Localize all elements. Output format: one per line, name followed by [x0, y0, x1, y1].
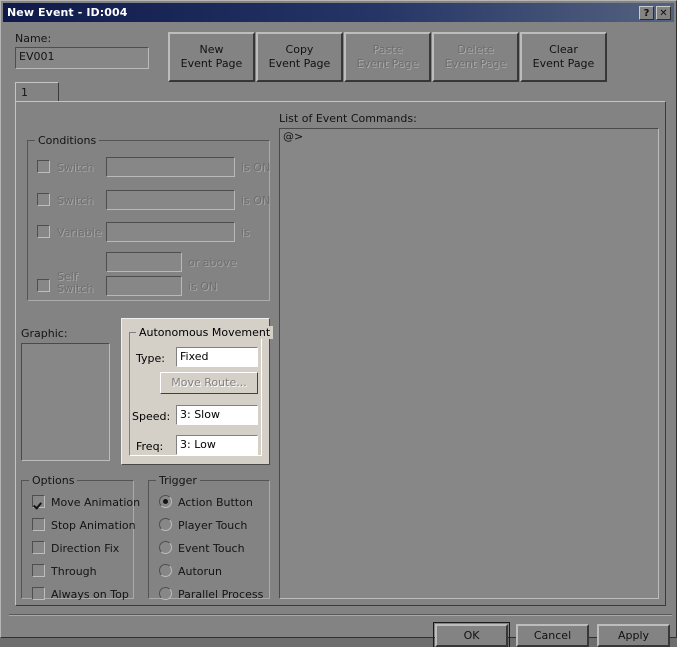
condition-switch-1-label: Switch: [57, 161, 94, 174]
trigger-autorun-label: Autorun: [178, 565, 223, 578]
condition-variable-input[interactable]: [106, 222, 235, 242]
movement-speed-select[interactable]: 3: Slow: [176, 405, 258, 425]
trigger-event-touch-label: Event Touch: [178, 542, 245, 555]
conditions-group: Conditions Switch is ON Switch is ON Var…: [27, 134, 270, 301]
trigger-group: Trigger Action Button Player Touch Event…: [148, 474, 270, 601]
name-label: Name:: [15, 32, 52, 45]
condition-switch-2-suffix: is ON: [241, 194, 271, 207]
options-group: Options Move Animation Stop Animation Di…: [21, 474, 140, 601]
condition-self-switch-dropdown[interactable]: [106, 276, 182, 296]
title-bar: New Event - ID:004 ? ✕: [3, 3, 674, 22]
condition-variable-label: Variable: [57, 226, 102, 239]
trigger-title: Trigger: [156, 474, 200, 487]
option-always-on-top-checkbox[interactable]: [32, 587, 45, 600]
condition-variable-value-spinner[interactable]: [106, 252, 182, 272]
command-list-line[interactable]: @>: [283, 130, 655, 143]
condition-variable-suffix: is: [241, 226, 250, 239]
condition-switch-2-checkbox[interactable]: [37, 193, 50, 206]
name-input[interactable]: EV001: [15, 47, 149, 69]
tab-page-1[interactable]: 1: [15, 82, 59, 102]
trigger-autorun-radio[interactable]: [159, 564, 172, 577]
window-title: New Event - ID:004: [7, 6, 128, 19]
autonomous-movement-panel: Autonomous Movement Type: Fixed Move Rou…: [121, 318, 274, 465]
conditions-title: Conditions: [35, 134, 100, 147]
graphic-preview[interactable]: [21, 343, 110, 461]
move-route-button[interactable]: Move Route...: [160, 372, 258, 394]
condition-switch-1-input[interactable]: [106, 157, 235, 177]
movement-type-select[interactable]: Fixed: [176, 347, 258, 367]
trigger-parallel-process-radio[interactable]: [159, 587, 172, 600]
command-list-label: List of Event Commands:: [279, 112, 417, 125]
condition-self-switch-label: Self Switch: [57, 270, 94, 295]
clear-event-page-button[interactable]: Clear Event Page: [520, 32, 607, 82]
option-always-on-top-label: Always on Top: [51, 588, 129, 601]
trigger-player-touch-radio[interactable]: [159, 518, 172, 531]
option-stop-animation-label: Stop Animation: [51, 519, 136, 532]
options-title: Options: [29, 474, 78, 487]
title-bar-buttons: ? ✕: [639, 5, 674, 20]
copy-event-page-button[interactable]: Copy Event Page: [256, 32, 343, 82]
trigger-parallel-process-label: Parallel Process: [178, 588, 264, 601]
option-move-animation-checkbox[interactable]: [32, 495, 45, 508]
option-through-label: Through: [51, 565, 97, 578]
condition-self-switch-checkbox[interactable]: [37, 279, 50, 292]
trigger-action-button-radio[interactable]: [159, 495, 172, 508]
apply-button[interactable]: Apply: [597, 624, 670, 647]
autonomous-movement-title: Autonomous Movement: [136, 326, 274, 339]
event-page-tabs: 1: [15, 82, 666, 102]
option-through-checkbox[interactable]: [32, 564, 45, 577]
movement-freq-select[interactable]: 3: Low: [176, 435, 258, 455]
condition-variable-checkbox[interactable]: [37, 225, 50, 238]
paste-event-page-button[interactable]: Paste Event Page: [344, 32, 431, 82]
condition-switch-2-input[interactable]: [106, 190, 235, 210]
close-icon[interactable]: ✕: [656, 5, 671, 20]
delete-event-page-button[interactable]: Delete Event Page: [432, 32, 519, 82]
movement-freq-label: Freq:: [136, 440, 164, 453]
condition-self-switch-suffix: is ON: [188, 280, 218, 293]
trigger-event-touch-radio[interactable]: [159, 541, 172, 554]
condition-switch-1-checkbox[interactable]: [37, 160, 50, 173]
graphic-label: Graphic:: [21, 327, 68, 340]
option-direction-fix-label: Direction Fix: [51, 542, 120, 555]
condition-switch-1-suffix: is ON: [241, 161, 271, 174]
option-direction-fix-checkbox[interactable]: [32, 541, 45, 554]
condition-variable-compare-suffix: or above: [188, 256, 237, 269]
condition-switch-2-label: Switch: [57, 194, 94, 207]
trigger-action-button-label: Action Button: [178, 496, 253, 509]
ok-button[interactable]: OK: [433, 622, 510, 647]
movement-speed-label: Speed:: [132, 410, 171, 423]
cancel-button[interactable]: Cancel: [516, 624, 589, 647]
movement-type-label: Type:: [136, 352, 165, 365]
trigger-player-touch-label: Player Touch: [178, 519, 248, 532]
dialog-client-area: Name: EV001 New Event Page Copy Event Pa…: [3, 24, 674, 647]
footer-divider: [9, 614, 672, 616]
option-stop-animation-checkbox[interactable]: [32, 518, 45, 531]
option-move-animation-label: Move Animation: [51, 496, 141, 509]
help-icon[interactable]: ?: [639, 5, 654, 20]
command-list[interactable]: @>: [279, 128, 659, 599]
event-editor-window: New Event - ID:004 ? ✕ Name: EV001 New E…: [0, 0, 677, 647]
new-event-page-button[interactable]: New Event Page: [168, 32, 255, 82]
